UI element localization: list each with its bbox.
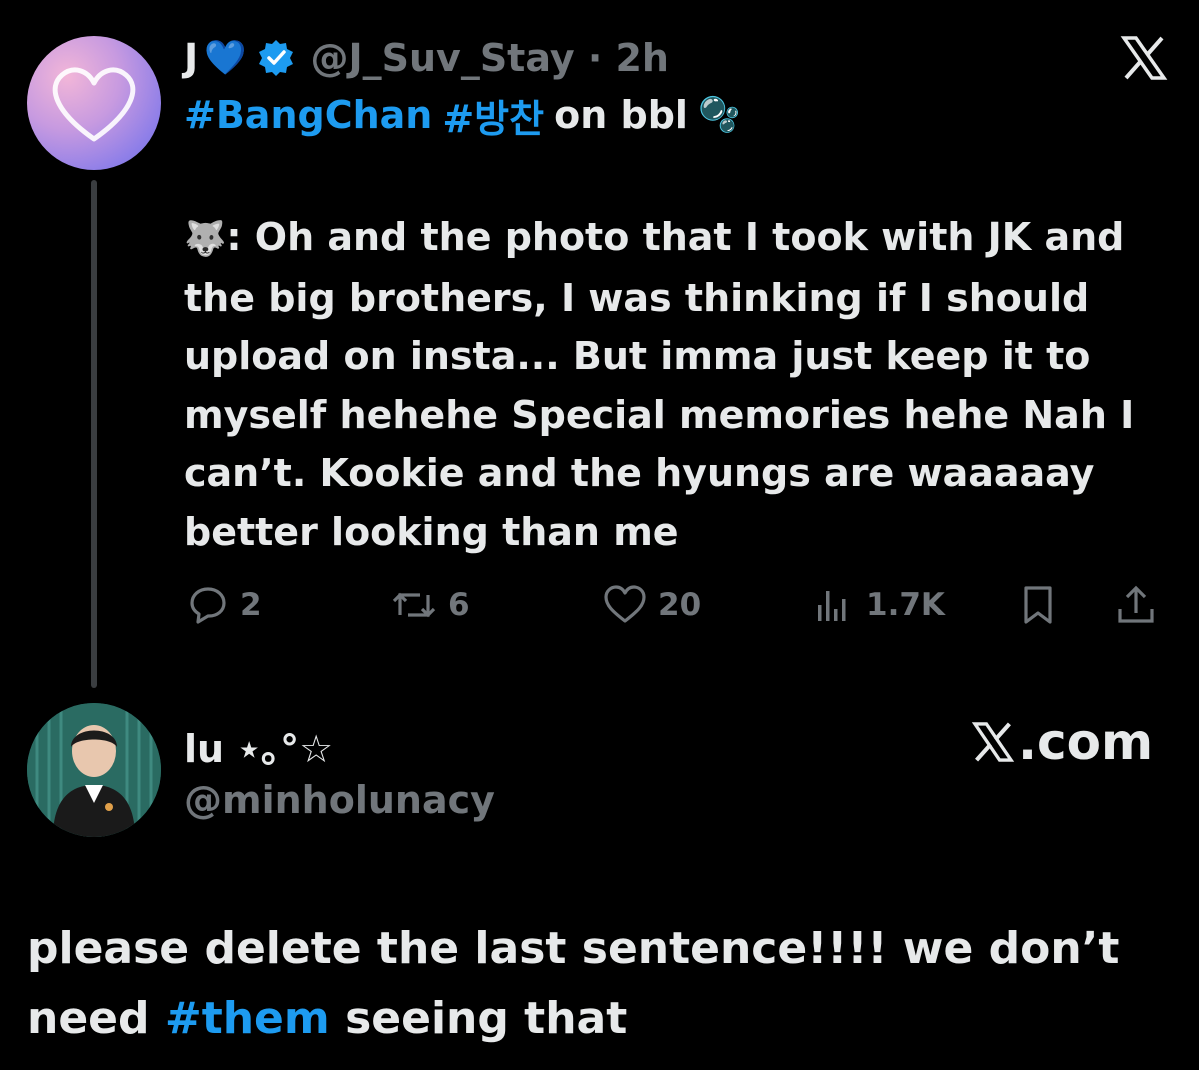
avatar[interactable] — [27, 703, 161, 837]
quote-handle[interactable]: @minholunacy — [184, 778, 495, 828]
tweet-header: J 💙 @J_Suv_Stay · 2h — [184, 34, 669, 82]
screenshot-canvas: J 💙 @J_Suv_Stay · 2h #BangChan #방찬 on bb… — [0, 0, 1199, 1070]
reply-count: 2 — [240, 587, 262, 623]
display-name[interactable]: J — [184, 36, 198, 80]
bubbles-emoji: 🫧 — [697, 95, 741, 135]
reply-text-part: seeing that — [329, 993, 628, 1044]
x-logo-icon[interactable] — [1116, 30, 1172, 86]
thread-line — [91, 180, 97, 688]
profile-photo-icon — [27, 703, 161, 837]
views-button[interactable]: 1.7K — [812, 580, 945, 630]
reply-icon — [190, 587, 226, 624]
x-logo-icon — [971, 722, 1015, 762]
wolf-emoji: 🐺 — [184, 219, 227, 259]
verified-badge-icon — [259, 40, 294, 76]
hashtag-link[interactable]: #방찬 — [442, 88, 544, 143]
tweet-body-text: : Oh and the photo that I took with JK a… — [184, 215, 1135, 554]
hashtag-link[interactable]: #BangChan — [184, 93, 432, 137]
tweet-title-line: #BangChan #방찬 on bbl 🫧 — [184, 88, 741, 143]
bookmark-button[interactable] — [1016, 580, 1060, 630]
tweet-action-bar: 2 6 20 1.7K — [184, 580, 1174, 630]
views-count: 1.7K — [866, 587, 945, 623]
tweet-body: 🐺: Oh and the photo that I took with JK … — [184, 208, 1174, 561]
bookmark-icon — [1024, 586, 1052, 624]
title-suffix: on bbl — [554, 93, 688, 137]
repost-button[interactable]: 6 — [390, 580, 470, 630]
blue-heart-emoji: 💙 — [204, 38, 247, 78]
repost-icon — [392, 592, 436, 618]
quote-display-name[interactable]: lu ⋆｡°☆ — [184, 718, 333, 771]
handle-and-time[interactable]: @J_Suv_Stay · 2h — [310, 36, 669, 80]
reply-button[interactable]: 2 — [186, 580, 262, 630]
hashtag-link[interactable]: #them — [165, 993, 330, 1044]
share-icon — [1118, 585, 1154, 623]
heart-icon — [604, 585, 646, 623]
views-chart-icon — [818, 591, 846, 621]
x-com-watermark: .com — [970, 712, 1153, 772]
avatar[interactable] — [27, 36, 161, 170]
reply-body: please delete the last sentence!!!! we d… — [27, 914, 1177, 1054]
repost-count: 6 — [448, 587, 470, 623]
like-button[interactable]: 20 — [602, 580, 701, 630]
share-button[interactable] — [1114, 580, 1158, 630]
heart-avatar-icon — [52, 67, 136, 142]
like-count: 20 — [658, 587, 702, 623]
site-label: .com — [1018, 713, 1154, 771]
